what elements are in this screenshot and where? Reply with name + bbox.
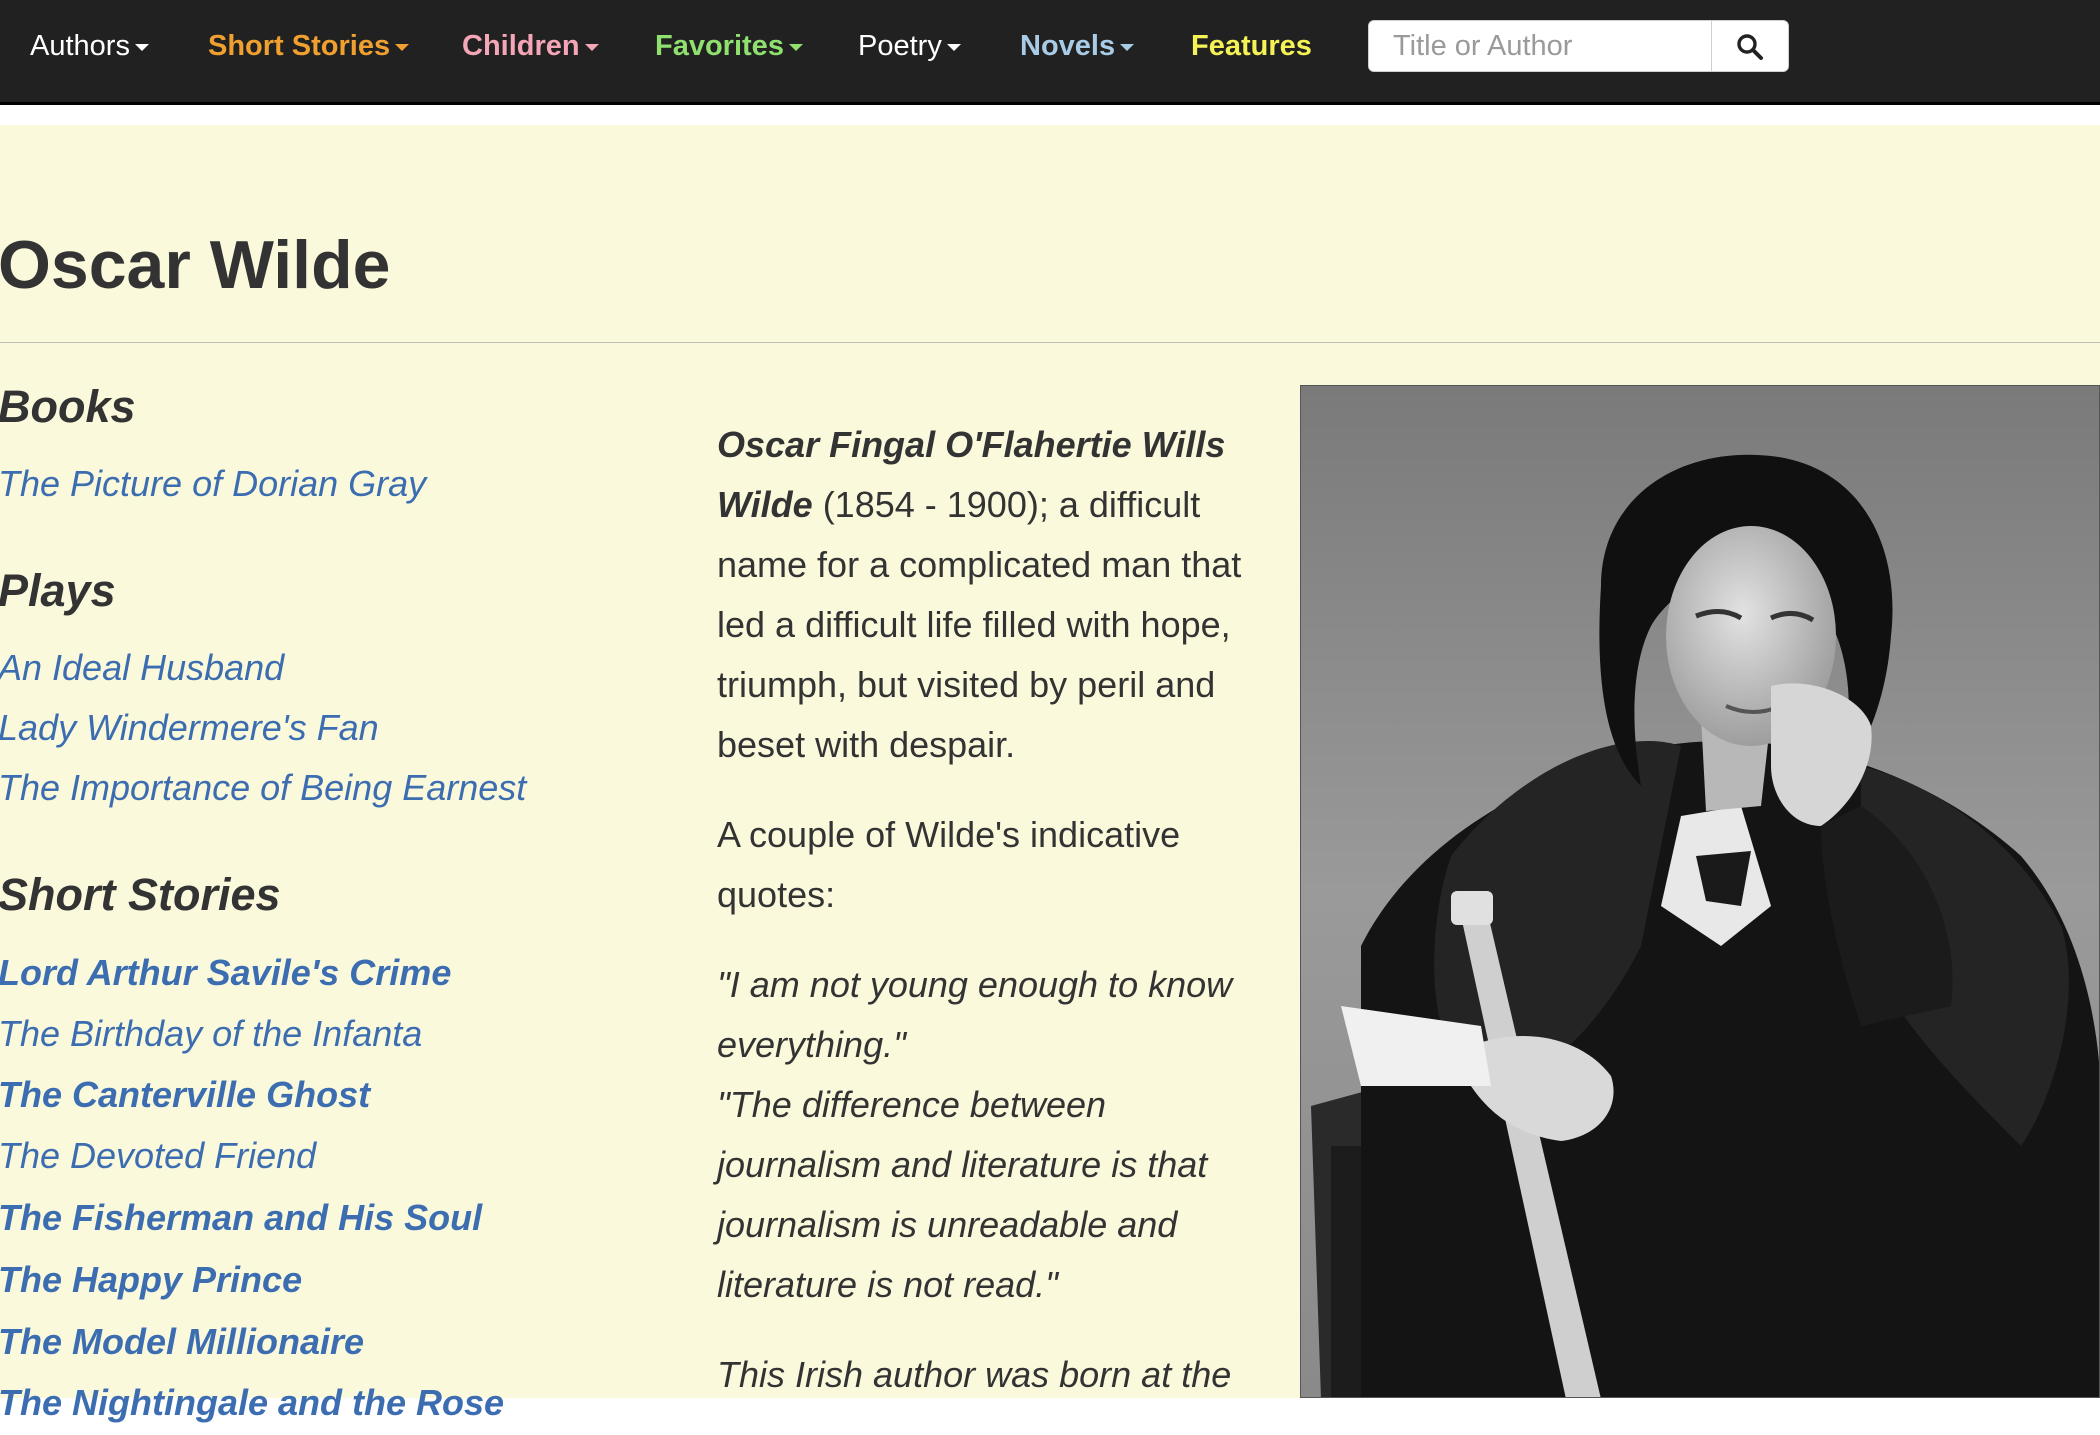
nav-poetry-dropdown[interactable]: Poetry <box>858 26 961 66</box>
nav-short-stories-label: Short Stories <box>208 30 391 62</box>
author-page-content: Oscar Wilde Books The Picture of Dorian … <box>0 125 2100 1423</box>
play-link[interactable]: An Ideal Husband <box>0 646 284 689</box>
caret-down-icon <box>134 43 149 51</box>
quote-text: "I am not young enough to know everythin… <box>717 964 1233 1065</box>
nav-authors-dropdown[interactable]: Authors <box>30 26 149 66</box>
nav-children-label: Children <box>462 30 580 62</box>
book-link[interactable]: The Picture of Dorian Gray <box>0 462 426 505</box>
quote-text: "The difference between journalism and l… <box>717 1084 1208 1305</box>
search-form <box>1368 20 1789 72</box>
caret-down-icon <box>584 43 599 51</box>
nav-favorites-dropdown[interactable]: Favorites <box>655 26 803 66</box>
nav-novels-dropdown[interactable]: Novels <box>1020 26 1135 66</box>
caret-down-icon <box>788 43 803 51</box>
quotes-intro: A couple of Wilde's indicative quotes: <box>717 814 1181 915</box>
caret-down-icon <box>946 43 961 51</box>
search-button[interactable] <box>1711 21 1788 71</box>
short-stories-heading: Short Stories <box>0 869 281 920</box>
plays-heading: Plays <box>0 565 116 616</box>
author-portrait-illustration <box>1301 386 2099 1397</box>
caret-down-icon <box>1120 43 1135 51</box>
nav-features-label: Features <box>1191 30 1312 62</box>
short-story-link[interactable]: Lord Arthur Savile's Crime <box>0 951 451 994</box>
nav-authors-label: Authors <box>30 30 130 62</box>
caret-down-icon <box>395 43 410 51</box>
nav-short-stories-dropdown[interactable]: Short Stories <box>208 26 410 66</box>
play-link[interactable]: The Importance of Being Earnest <box>0 766 526 809</box>
books-heading: Books <box>0 381 136 432</box>
nav-favorites-label: Favorites <box>655 30 784 62</box>
short-story-link[interactable]: The Devoted Friend <box>0 1134 316 1177</box>
short-story-link[interactable]: The Happy Prince <box>0 1258 302 1301</box>
page-title: Oscar Wilde <box>0 227 391 303</box>
author-bio: Oscar Fingal O'Flahertie Wills Wilde (18… <box>717 415 1257 1435</box>
nav-novels-label: Novels <box>1020 30 1116 62</box>
short-story-link[interactable]: The Canterville Ghost <box>0 1073 370 1116</box>
nav-poetry-label: Poetry <box>858 30 942 62</box>
short-story-link[interactable]: The Model Millionaire <box>0 1320 364 1363</box>
short-story-link[interactable]: The Birthday of the Infanta <box>0 1012 422 1055</box>
top-navbar: Authors Short Stories Children Favorites… <box>0 0 2100 105</box>
short-story-link[interactable]: The Nightingale and the Rose <box>0 1381 504 1424</box>
short-story-link[interactable]: The Fisherman and His Soul <box>0 1196 482 1239</box>
search-icon <box>1737 34 1763 60</box>
bio-continued-text: This Irish author was born at the <box>717 1354 1232 1395</box>
title-divider <box>0 342 2100 343</box>
quotes-block: "I am not young enough to know everythin… <box>717 955 1257 1315</box>
search-input[interactable] <box>1369 21 1712 71</box>
author-portrait <box>1300 385 2100 1398</box>
play-link[interactable]: Lady Windermere's Fan <box>0 706 379 749</box>
bio-intro-paragraph: Oscar Fingal O'Flahertie Wills Wilde (18… <box>717 415 1257 775</box>
nav-children-dropdown[interactable]: Children <box>462 26 599 66</box>
bio-intro-text: (1854 - 1900); a difficult name for a co… <box>717 484 1242 765</box>
nav-features-link[interactable]: Features <box>1191 26 1312 66</box>
